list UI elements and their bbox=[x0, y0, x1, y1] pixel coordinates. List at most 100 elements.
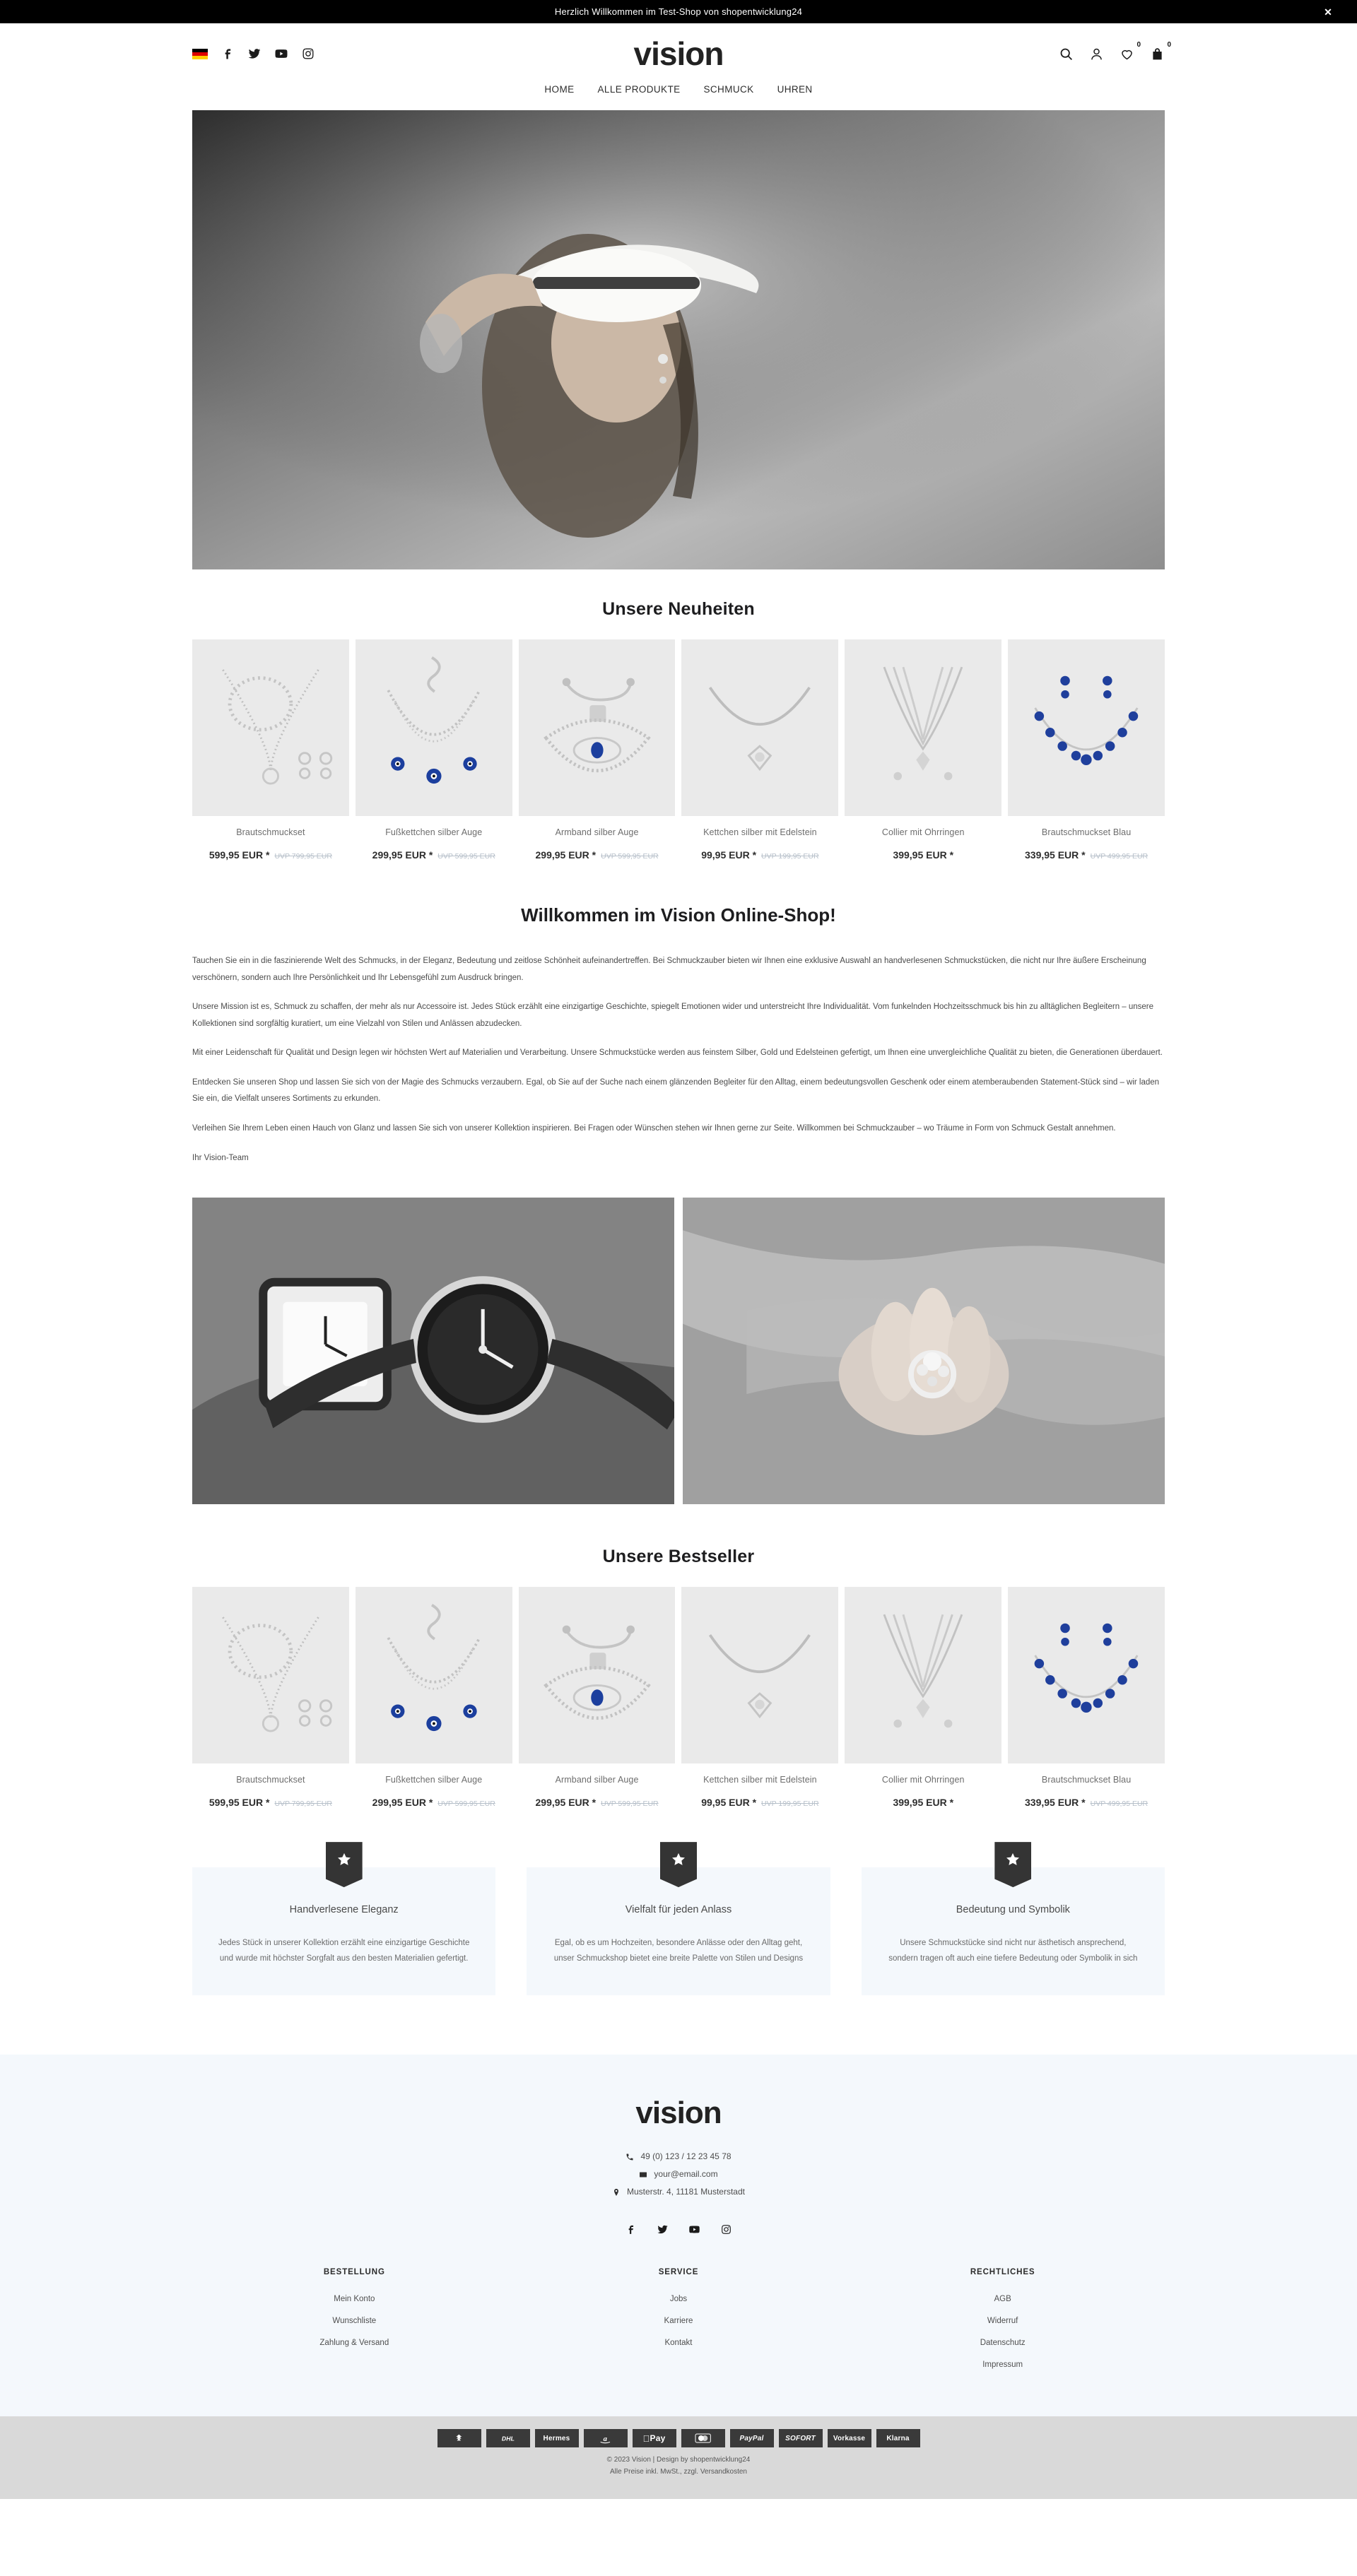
cart-icon[interactable]: 0 bbox=[1150, 41, 1171, 61]
feature-title: Vielfalt für jeden Anlass bbox=[625, 1904, 732, 1916]
product-image[interactable] bbox=[1008, 1587, 1165, 1764]
product-image[interactable] bbox=[192, 1587, 349, 1764]
nav-item-home[interactable]: HOME bbox=[544, 84, 574, 95]
footer-link[interactable]: AGB bbox=[840, 2295, 1165, 2303]
footer-link[interactable]: Kontakt bbox=[517, 2339, 841, 2347]
product-card[interactable]: Kettchen silber mit Edelstein 99,95 EUR *… bbox=[681, 1587, 839, 1809]
product-image[interactable] bbox=[1008, 639, 1165, 816]
footer-logo[interactable]: vision bbox=[0, 2096, 1357, 2131]
product-card[interactable]: Fußkettchen silber Auge 299,95 EUR * UVP 5… bbox=[355, 1587, 512, 1809]
product-uvp-price: UVP 799,95 EUR bbox=[274, 1800, 332, 1809]
site-logo[interactable]: vision bbox=[634, 35, 724, 73]
facebook-icon[interactable] bbox=[221, 47, 235, 61]
site-header: vision 0 0 bbox=[0, 23, 1357, 84]
product-name[interactable]: Kettchen silber mit Edelstein bbox=[681, 827, 838, 837]
instagram-icon[interactable] bbox=[301, 47, 315, 61]
product-uvp-price: UVP 199,95 EUR bbox=[761, 1800, 819, 1809]
product-name[interactable]: Fußkettchen silber Auge bbox=[356, 1775, 512, 1785]
product-name[interactable]: Collier mit Ohrringen bbox=[845, 1775, 1001, 1785]
payment-icon-dhl: DHL bbox=[486, 2429, 530, 2448]
product-card[interactable]: Fußkettchen silber Auge 299,95 EUR * UVP 5… bbox=[355, 639, 512, 861]
footer-link[interactable]: Datenschutz bbox=[840, 2339, 1165, 2347]
product-card[interactable]: Armband silber Auge 299,95 EUR * UVP 599,9… bbox=[518, 639, 676, 861]
product-card[interactable]: Brautschmuckset Blau 339,95 EUR * UVP 499,… bbox=[1008, 639, 1165, 861]
footer-link[interactable]: Mein Konto bbox=[192, 2295, 517, 2303]
close-icon[interactable]: ✕ bbox=[1324, 7, 1332, 17]
footer-contact: 49 (0) 123 / 12 23 45 78 your@email.com … bbox=[0, 2148, 1357, 2202]
product-name[interactable]: Fußkettchen silber Auge bbox=[356, 827, 512, 837]
star-icon bbox=[325, 1842, 363, 1888]
product-image[interactable] bbox=[681, 1587, 839, 1764]
youtube-icon[interactable] bbox=[274, 47, 288, 61]
youtube-icon[interactable] bbox=[688, 2223, 700, 2235]
promo-bar: Herzlich Willkommen im Test-Shop von sho… bbox=[0, 0, 1357, 23]
footer-link[interactable]: Jobs bbox=[517, 2295, 841, 2303]
product-card[interactable]: Brautschmuckset 599,95 EUR * UVP 799,95 EU… bbox=[192, 639, 349, 861]
welcome-title: Willkommen im Vision Online-Shop! bbox=[521, 904, 836, 926]
product-image[interactable] bbox=[681, 639, 839, 816]
product-name[interactable]: Brautschmuckset Blau bbox=[1008, 1775, 1165, 1785]
product-price-row: 339,95 EUR * UVP 499,95 EUR bbox=[1008, 1797, 1165, 1808]
payment-icon-klarna: Klarna bbox=[876, 2429, 920, 2448]
product-name[interactable]: Armband silber Auge bbox=[519, 1775, 676, 1785]
product-image[interactable] bbox=[355, 1587, 512, 1764]
nav-item-alle-produkte[interactable]: ALLE PRODUKTE bbox=[598, 84, 681, 95]
product-name[interactable]: Brautschmuckset bbox=[192, 1775, 349, 1785]
product-card[interactable]: Armband silber Auge 299,95 EUR * UVP 599,9… bbox=[518, 1587, 676, 1808]
product-price: 99,95 EUR * bbox=[701, 849, 757, 861]
product-name[interactable]: Brautschmuckset Blau bbox=[1008, 827, 1165, 837]
product-image[interactable] bbox=[192, 639, 349, 816]
wishlist-icon[interactable]: 0 bbox=[1120, 41, 1141, 61]
product-image[interactable] bbox=[845, 1587, 1002, 1764]
search-icon[interactable] bbox=[1059, 47, 1074, 61]
footer-column: SERVICE Jobs Karriere Kontakt bbox=[517, 2268, 841, 2382]
product-name[interactable]: Brautschmuckset bbox=[192, 827, 349, 837]
product-name[interactable]: Armband silber Auge bbox=[519, 827, 676, 837]
feature-text: Unsere Schmuckstücke sind nicht nur ästh… bbox=[888, 1939, 1138, 1963]
footer-email[interactable]: your@email.com bbox=[654, 2166, 717, 2183]
product-price-row: 299,95 EUR * UVP 599,95 EUR bbox=[519, 849, 676, 861]
product-card[interactable]: Kettchen silber mit Edelstein 99,95 EUR *… bbox=[681, 639, 839, 861]
copyright: © 2023 Vision | Design by shopentwicklun… bbox=[0, 2447, 1357, 2489]
product-card[interactable]: Collier mit Ohrringen 399,95 EUR * bbox=[845, 1587, 1002, 1809]
twitter-icon[interactable] bbox=[247, 47, 262, 61]
footer-address: Musterstr. 4, 11181 Musterstadt bbox=[627, 2187, 745, 2197]
product-card[interactable]: Brautschmuckset 599,95 EUR * UVP 799,95 EU… bbox=[192, 1587, 349, 1808]
product-price: 399,95 EUR * bbox=[893, 1797, 954, 1809]
product-name[interactable]: Kettchen silber mit Edelstein bbox=[681, 1775, 838, 1785]
instagram-icon[interactable] bbox=[720, 2223, 732, 2235]
banner-ring[interactable] bbox=[683, 1198, 1165, 1505]
feature-title: Handverlesene Eleganz bbox=[289, 1904, 399, 1916]
product-name[interactable]: Collier mit Ohrringen bbox=[845, 827, 1001, 837]
product-uvp-price: UVP 799,95 EUR bbox=[274, 852, 332, 861]
star-icon bbox=[994, 1842, 1032, 1888]
product-card[interactable]: Brautschmuckset Blau 339,95 EUR * UVP 499,… bbox=[1008, 1587, 1165, 1808]
hand-with-ring-image bbox=[683, 1198, 1165, 1505]
payment-label: PayPal bbox=[739, 2434, 764, 2442]
account-icon[interactable] bbox=[1089, 47, 1104, 61]
product-image[interactable] bbox=[355, 639, 512, 816]
footer-phone[interactable]: 49 (0) 123 / 12 23 45 78 bbox=[640, 2148, 731, 2166]
welcome-section: Willkommen im Vision Online-Shop! Tauche… bbox=[192, 861, 1165, 1166]
product-uvp-price: UVP 599,95 EUR bbox=[437, 1800, 495, 1809]
footer-link[interactable]: Widerruf bbox=[840, 2317, 1165, 2325]
product-price-row: 599,95 EUR * UVP 799,95 EUR bbox=[192, 849, 349, 861]
location-pin-icon bbox=[614, 2188, 619, 2196]
footer-link[interactable]: Karriere bbox=[517, 2317, 841, 2325]
footer-link[interactable]: Zahlung & Versand bbox=[192, 2339, 517, 2347]
product-image[interactable] bbox=[518, 1587, 676, 1764]
footer-link[interactable]: Impressum bbox=[840, 2361, 1165, 2369]
product-image[interactable] bbox=[845, 639, 1002, 816]
footer-link[interactable]: Wunschliste bbox=[192, 2317, 517, 2325]
nav-item-schmuck[interactable]: SCHMUCK bbox=[704, 84, 754, 95]
nav-item-uhren[interactable]: UHREN bbox=[777, 84, 813, 95]
footer-email-row: your@email.com bbox=[0, 2166, 1357, 2183]
facebook-icon[interactable] bbox=[625, 2223, 637, 2235]
banner-watches[interactable] bbox=[192, 1198, 674, 1505]
payment-icon-sofort: SOFORT bbox=[778, 2429, 823, 2448]
twitter-icon[interactable] bbox=[657, 2223, 669, 2235]
german-flag-icon[interactable] bbox=[192, 48, 208, 59]
product-card[interactable]: Collier mit Ohrringen 399,95 EUR * bbox=[845, 639, 1002, 861]
product-uvp-price: UVP 499,95 EUR bbox=[1090, 852, 1149, 861]
product-image[interactable] bbox=[518, 639, 676, 816]
